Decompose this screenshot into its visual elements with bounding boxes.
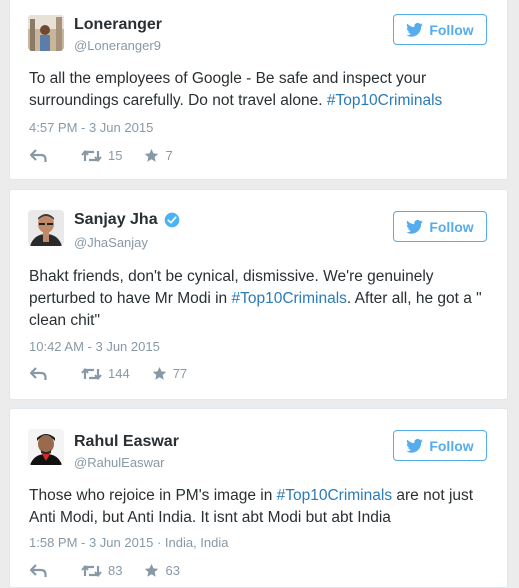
star-icon (152, 366, 166, 380)
tweet-actions: 83 63 (30, 563, 202, 578)
display-name-text[interactable]: Sanjay Jha (74, 211, 158, 229)
retweet-icon (81, 149, 102, 162)
tweet-text: Those who rejoice in PM's image in #Top1… (29, 485, 487, 529)
reply-button[interactable] (30, 148, 47, 163)
retweet-count: 15 (108, 148, 123, 163)
favorite-button[interactable]: 7 (144, 148, 173, 163)
user-handle[interactable]: @RahulEaswar (74, 455, 165, 470)
follow-button[interactable]: Follow (393, 14, 487, 45)
twitter-bird-icon (406, 219, 424, 234)
retweet-icon (81, 564, 102, 577)
reply-icon (30, 366, 47, 380)
timestamp-link[interactable]: 1:58 PM - 3 Jun 2015 (29, 535, 153, 550)
retweet-button[interactable]: 15 (81, 148, 122, 163)
retweet-count: 144 (108, 366, 130, 381)
tweet-text-segment: Those who rejoice in PM's image in (29, 487, 277, 504)
verified-badge-icon (164, 212, 179, 228)
star-icon (145, 148, 159, 162)
tweet-card: Sanjay Jha @JhaSanjay Follow Bhakt frien… (9, 189, 508, 400)
favorite-button[interactable]: 63 (144, 563, 180, 578)
tweet-meta: 4:57 PM - 3 Jun 2015 (29, 120, 153, 135)
display-name[interactable]: Loneranger (74, 16, 162, 34)
reply-icon (30, 148, 47, 162)
retweet-count: 83 (108, 563, 123, 578)
follow-label: Follow (429, 218, 474, 235)
meta-separator: · (156, 535, 165, 550)
tweet-meta: 10:42 AM - 3 Jun 2015 (29, 339, 160, 354)
follow-label: Follow (429, 21, 474, 38)
tweet-card: Loneranger @Loneranger9 Follow To all th… (9, 0, 508, 180)
star-icon (145, 563, 159, 577)
tweet-text: To all the employees of Google - Be safe… (29, 68, 487, 112)
tweet-card: Rahul Easwar @RahulEaswar Follow Those w… (9, 408, 508, 588)
tweet-actions: 144 77 (30, 366, 209, 381)
timestamp-link[interactable]: 10:42 AM - 3 Jun 2015 (29, 339, 160, 354)
hashtag-link[interactable]: #Top10Criminals (277, 487, 392, 504)
hashtag-link[interactable]: #Top10Criminals (327, 92, 442, 109)
user-handle[interactable]: @JhaSanjay (74, 235, 148, 250)
favorite-count: 7 (165, 148, 173, 163)
reply-button[interactable] (30, 563, 47, 578)
timestamp-link[interactable]: 4:57 PM - 3 Jun 2015 (29, 120, 153, 135)
favorite-count: 77 (172, 366, 188, 381)
reply-icon (30, 563, 47, 577)
twitter-bird-icon (406, 22, 424, 37)
display-name-text[interactable]: Rahul Easwar (74, 433, 179, 451)
favorite-button[interactable]: 77 (152, 366, 187, 381)
display-name[interactable]: Sanjay Jha (74, 211, 180, 229)
favorite-count: 63 (165, 563, 180, 578)
retweet-icon (81, 367, 102, 380)
follow-button[interactable]: Follow (393, 430, 487, 461)
avatar[interactable] (28, 15, 64, 51)
display-name-text[interactable]: Loneranger (74, 16, 162, 34)
display-name[interactable]: Rahul Easwar (74, 433, 179, 451)
tweet-actions: 15 7 (30, 148, 195, 163)
tweet-text: Bhakt friends, don't be cynical, dismiss… (29, 266, 487, 332)
retweet-button[interactable]: 83 (81, 563, 122, 578)
avatar[interactable] (28, 210, 64, 246)
tweet-location[interactable]: India, India (165, 535, 229, 550)
reply-button[interactable] (30, 366, 47, 381)
follow-button[interactable]: Follow (393, 211, 487, 242)
avatar[interactable] (28, 429, 64, 465)
hashtag-link[interactable]: #Top10Criminals (231, 290, 346, 307)
retweet-button[interactable]: 144 (81, 366, 130, 381)
twitter-bird-icon (406, 438, 424, 453)
follow-label: Follow (429, 437, 474, 454)
user-handle[interactable]: @Loneranger9 (74, 38, 161, 53)
tweet-meta: 1:58 PM - 3 Jun 2015 · India, India (29, 535, 229, 550)
